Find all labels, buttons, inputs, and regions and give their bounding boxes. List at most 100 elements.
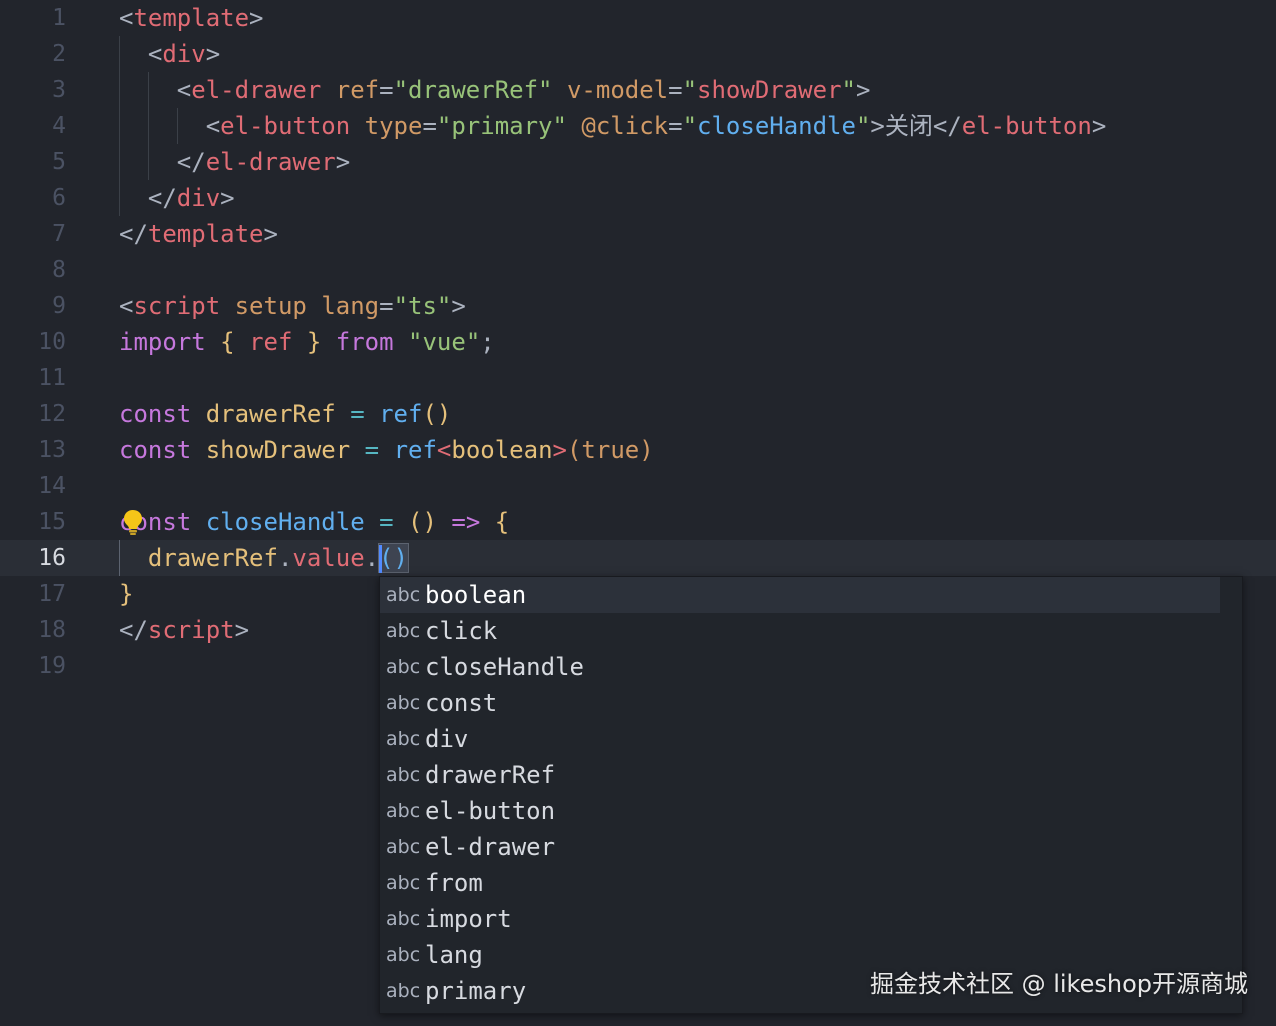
line-number: 13: [38, 437, 66, 463]
code-line[interactable]: 4 <el-button type="primary" @click="clos…: [0, 108, 1276, 144]
code-text[interactable]: <div>: [119, 36, 220, 72]
code-text[interactable]: <el-button type="primary" @click="closeH…: [119, 108, 1107, 144]
code-line[interactable]: 5 </el-drawer>: [0, 144, 1276, 180]
code-line[interactable]: 8: [0, 252, 1276, 288]
code-text[interactable]: const drawerRef = ref(): [119, 396, 451, 432]
line-number: 15: [38, 509, 66, 535]
line-number: 4: [52, 113, 66, 139]
code-token: =: [350, 400, 365, 428]
suggestion-item[interactable]: abc el-button: [380, 793, 1242, 829]
text-kind-icon: abc: [386, 728, 421, 750]
suggestion-item[interactable]: abc boolean: [380, 577, 1242, 613]
code-text[interactable]: </template>: [119, 216, 278, 252]
code-token: <: [119, 4, 134, 32]
code-line[interactable]: 15 const closeHandle = () => {: [0, 504, 1276, 540]
code-token: <: [119, 76, 192, 104]
code-token: el-button: [961, 112, 1092, 140]
text-cursor: [379, 545, 383, 573]
code-token: ref: [393, 436, 437, 464]
code-text[interactable]: </el-drawer>: [119, 144, 350, 180]
code-line[interactable]: 2 <div>: [0, 36, 1276, 72]
suggestion-item[interactable]: abc div: [380, 721, 1242, 757]
suggestion-scrollbar[interactable]: [1220, 577, 1242, 1013]
code-line[interactable]: 11: [0, 360, 1276, 396]
code-token: <: [119, 112, 221, 140]
code-text[interactable]: const closeHandle = () => {: [119, 504, 509, 540]
code-token: ": [855, 112, 871, 140]
code-line[interactable]: 16 drawerRef.value.(): [0, 540, 1276, 576]
code-token: closeHandle: [697, 112, 856, 140]
code-text[interactable]: <el-drawer ref="drawerRef" v-model="show…: [119, 72, 871, 108]
line-number: 9: [52, 293, 66, 319]
code-token: el-drawer: [191, 76, 322, 104]
suggestion-label: click: [425, 617, 498, 645]
code-line[interactable]: 14: [0, 468, 1276, 504]
code-editor[interactable]: 1 <template> 2 <div> 3 <el-drawer ref="draw…: [0, 0, 1276, 1026]
code-token: </: [119, 220, 148, 248]
code-token: "primary": [436, 112, 567, 140]
code-line[interactable]: 9 <script setup lang="ts">: [0, 288, 1276, 324]
suggestion-item[interactable]: abc from: [380, 865, 1242, 901]
code-text[interactable]: </div>: [119, 180, 235, 216]
code-token: }: [306, 328, 322, 356]
suggestion-label: primary: [425, 977, 527, 1005]
text-kind-icon: abc: [386, 692, 421, 714]
code-text[interactable]: import { ref } from "vue";: [119, 324, 495, 360]
line-number: 17: [38, 581, 66, 607]
suggestion-label: closeHandle: [425, 653, 584, 681]
code-line[interactable]: 10 import { ref } from "vue";: [0, 324, 1276, 360]
code-token: =: [379, 76, 394, 104]
code-token: setup: [234, 292, 307, 320]
code-token: =: [379, 508, 394, 536]
code-token: ": [682, 112, 698, 140]
code-text[interactable]: const showDrawer = ref<boolean>(true): [119, 432, 654, 468]
code-token: =: [668, 76, 683, 104]
suggestion-item[interactable]: abc import: [380, 901, 1242, 937]
code-line[interactable]: 13 const showDrawer = ref<boolean>(true): [0, 432, 1276, 468]
code-token: ;: [480, 328, 495, 356]
code-line[interactable]: 1 <template>: [0, 0, 1276, 36]
code-token: >: [205, 40, 221, 68]
code-text[interactable]: <script setup lang="ts">: [119, 288, 466, 324]
code-line[interactable]: 12 const drawerRef = ref(): [0, 396, 1276, 432]
code-line[interactable]: 7 </template>: [0, 216, 1276, 252]
suggestion-widget[interactable]: abc boolean abc click abc closeHandle abc const…: [379, 576, 1243, 1014]
code-token: </: [119, 184, 177, 212]
suggestion-label: lang: [425, 941, 483, 969]
code-token: drawerRef: [147, 544, 278, 572]
suggestion-item[interactable]: abc el-drawer: [380, 829, 1242, 865]
code-line[interactable]: 3 <el-drawer ref="drawerRef" v-model="sh…: [0, 72, 1276, 108]
code-token: >: [335, 148, 351, 176]
code-text[interactable]: drawerRef.value.(): [119, 540, 410, 576]
lightbulb-icon[interactable]: [120, 508, 146, 536]
suggestion-list[interactable]: abc boolean abc click abc closeHandle abc const…: [380, 577, 1242, 1009]
code-token: <: [119, 292, 134, 320]
suggestion-item[interactable]: abc drawerRef: [380, 757, 1242, 793]
text-kind-icon: abc: [386, 944, 421, 966]
code-token: "ts": [393, 292, 452, 320]
code-line[interactable]: 6 </div>: [0, 180, 1276, 216]
text-kind-icon: abc: [386, 908, 421, 930]
code-token: v-model: [566, 76, 669, 104]
suggestion-label: el-button: [425, 797, 556, 825]
code-text[interactable]: <template>: [119, 0, 264, 36]
code-text[interactable]: </script>: [119, 612, 249, 648]
code-token: div: [162, 40, 206, 68]
suggestion-item[interactable]: abc const: [380, 685, 1242, 721]
code-token: const: [119, 436, 192, 464]
line-number: 19: [38, 653, 66, 679]
suggestion-item[interactable]: abc click: [380, 613, 1242, 649]
suggestion-item[interactable]: abc closeHandle: [380, 649, 1242, 685]
watermark: 掘金技术社区 @ likeshop开源商城: [869, 970, 1248, 998]
code-token: ref: [249, 328, 293, 356]
code-text[interactable]: }: [119, 576, 133, 612]
